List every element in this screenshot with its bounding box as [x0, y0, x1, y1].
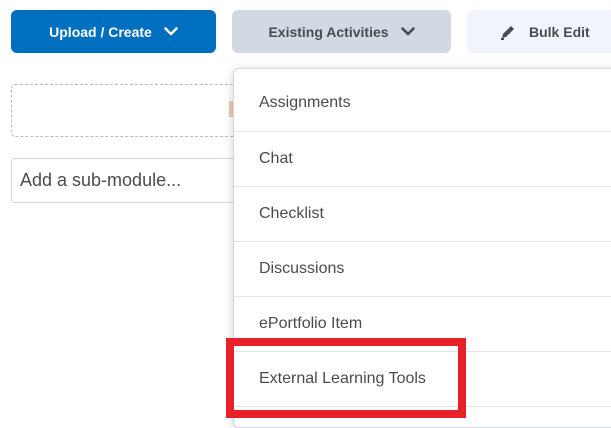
- existing-activities-label: Existing Activities: [268, 23, 389, 40]
- chevron-down-icon: [400, 27, 415, 36]
- bulk-edit-label: Bulk Edit: [529, 23, 590, 40]
- existing-activities-button[interactable]: Existing Activities: [232, 10, 451, 53]
- menu-item-chat[interactable]: Chat: [234, 132, 611, 187]
- upload-create-label: Upload / Create: [49, 23, 152, 40]
- menu-item-label: Discussions: [259, 260, 345, 277]
- bulk-edit-button[interactable]: Bulk Edit: [467, 10, 611, 53]
- menu-item-external-learning-tools[interactable]: External Learning Tools: [234, 352, 611, 407]
- menu-item-label: Assignments: [259, 94, 351, 111]
- menu-item-label: ePortfolio Item: [259, 315, 363, 332]
- chevron-down-icon: [164, 27, 178, 36]
- menu-item-checklist[interactable]: Checklist: [234, 187, 611, 242]
- existing-activities-menu: Assignments Chat Checklist Discussions e…: [233, 68, 611, 428]
- menu-item-assignments[interactable]: Assignments: [234, 75, 611, 132]
- menu-item-discussions[interactable]: Discussions: [234, 242, 611, 297]
- upload-create-button[interactable]: Upload / Create: [11, 10, 216, 53]
- pencil-icon: [499, 23, 517, 41]
- menu-item-label: Chat: [259, 150, 293, 167]
- menu-item-label: Checklist: [259, 205, 324, 222]
- menu-item-eportfolio-item[interactable]: ePortfolio Item: [234, 297, 611, 352]
- menu-item-label: External Learning Tools: [259, 370, 426, 387]
